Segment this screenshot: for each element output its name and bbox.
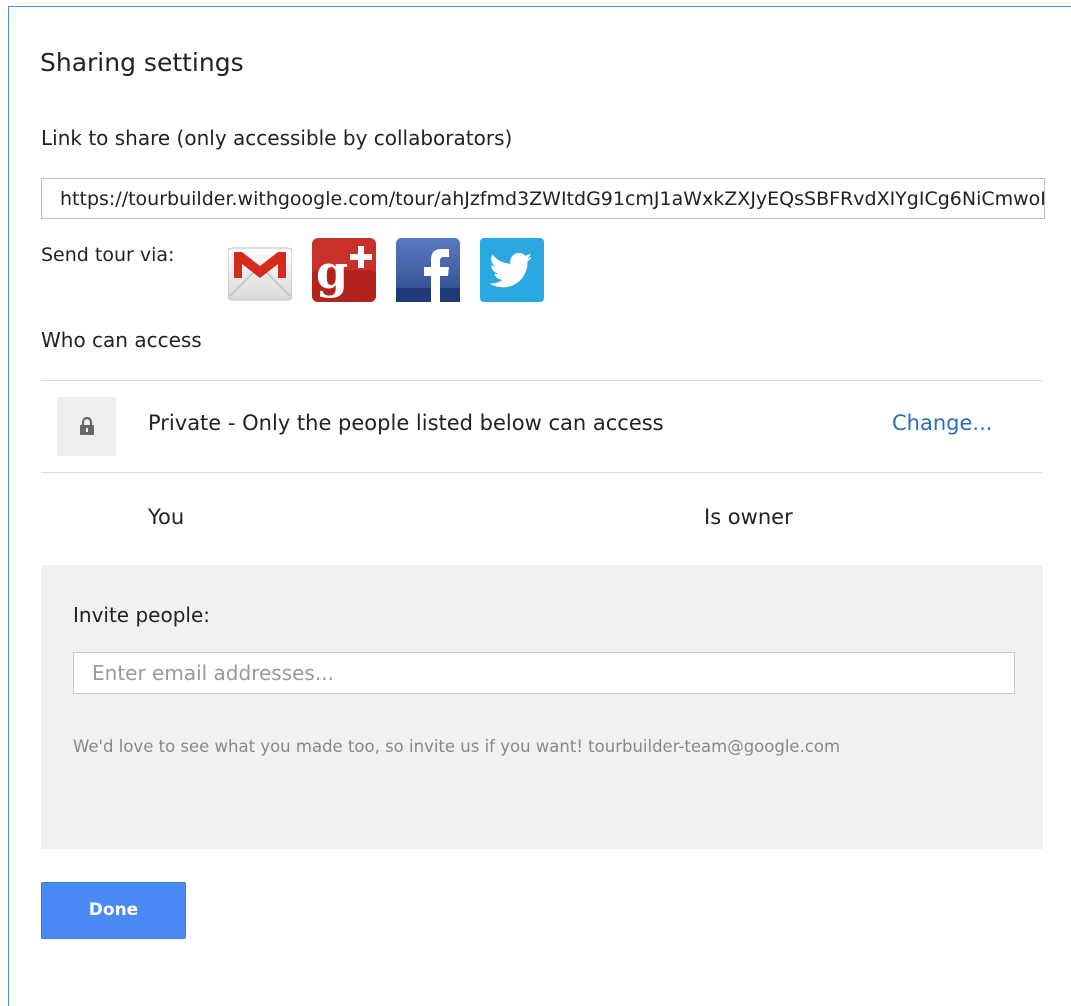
lock-icon [57, 397, 116, 456]
invite-label: Invite people: [73, 603, 211, 627]
google-plus-icon[interactable]: g [312, 238, 376, 302]
invite-note: We'd love to see what you made too, so i… [73, 737, 841, 756]
dialog-title: Sharing settings [40, 48, 244, 77]
gmail-icon[interactable] [228, 238, 292, 302]
share-link-field[interactable]: https://tourbuilder.withgoogle.com/tour/… [41, 178, 1045, 219]
svg-text:g: g [316, 245, 348, 299]
invite-email-input[interactable] [73, 652, 1015, 694]
invite-panel: Invite people: We'd love to see what you… [41, 565, 1043, 849]
twitter-icon[interactable] [480, 238, 544, 302]
divider [41, 380, 1043, 381]
link-label: Link to share (only accessible by collab… [41, 126, 513, 150]
access-level-text: Private - Only the people listed below c… [148, 411, 664, 435]
facebook-icon[interactable] [396, 238, 460, 302]
divider [41, 472, 1043, 473]
send-via-label: Send tour via: [41, 244, 175, 266]
who-can-access-label: Who can access [41, 328, 202, 352]
done-button[interactable]: Done [41, 882, 186, 939]
member-role: Is owner [704, 505, 793, 529]
change-access-link[interactable]: Change... [892, 411, 992, 435]
member-name: You [148, 505, 185, 529]
